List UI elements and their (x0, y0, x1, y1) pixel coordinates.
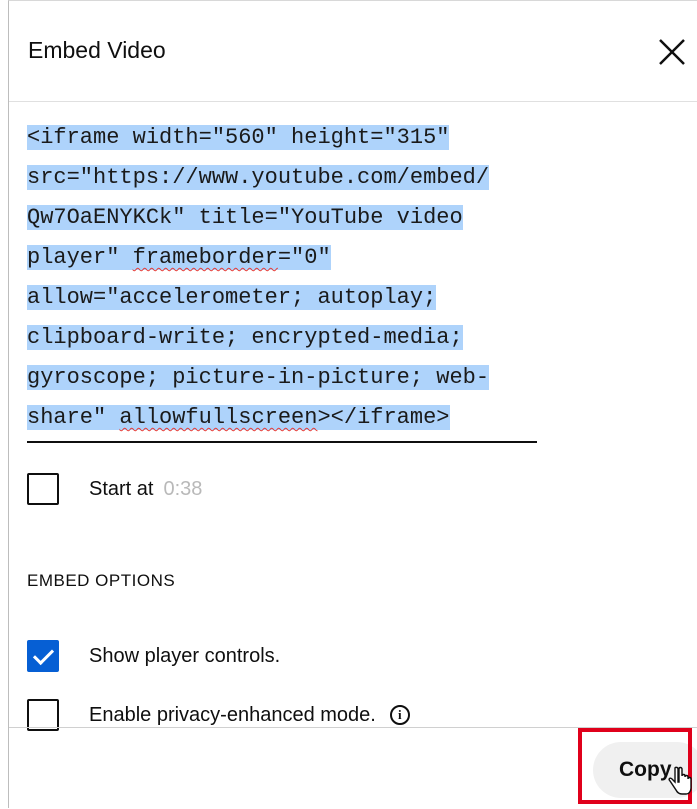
show-controls-label: Show player controls. (89, 644, 281, 667)
start-at-checkbox[interactable] (27, 473, 59, 505)
code-line: player" frameborder="0" (27, 245, 331, 270)
start-at-label: Start at (89, 477, 154, 500)
code-line: Qw7OaENYKCk" title="YouTube video (27, 205, 463, 230)
embed-video-dialog: Embed Video <iframe width="560" height="… (8, 0, 697, 808)
privacy-mode-label: Enable privacy-enhanced mode. (89, 703, 376, 726)
hand-cursor-icon (668, 766, 692, 795)
dialog-header: Embed Video (9, 1, 697, 102)
start-at-row: Start at 0:38 (27, 473, 202, 505)
code-line: share" allowfullscreen></iframe> (27, 405, 450, 430)
code-line: clipboard-write; encrypted-media; (27, 325, 463, 350)
embed-options-heading: EMBED OPTIONS (27, 571, 176, 590)
dialog-title: Embed Video (28, 37, 166, 63)
info-circle-icon[interactable]: i (389, 705, 410, 725)
show-controls-row: Show player controls. (27, 640, 280, 672)
embed-code-textarea[interactable]: <iframe width="560" height="315" src="ht… (27, 119, 537, 443)
start-at-time-input[interactable]: 0:38 (163, 478, 202, 501)
code-line: gyroscope; picture-in-picture; web- (27, 365, 490, 390)
code-line: allow="accelerometer; autoplay; (27, 285, 437, 310)
code-line: src="https://www.youtube.com/embed/ (27, 165, 490, 190)
show-controls-checkbox[interactable] (27, 640, 59, 672)
code-line: <iframe width="560" height="315" (27, 125, 450, 150)
close-icon[interactable] (655, 35, 689, 69)
